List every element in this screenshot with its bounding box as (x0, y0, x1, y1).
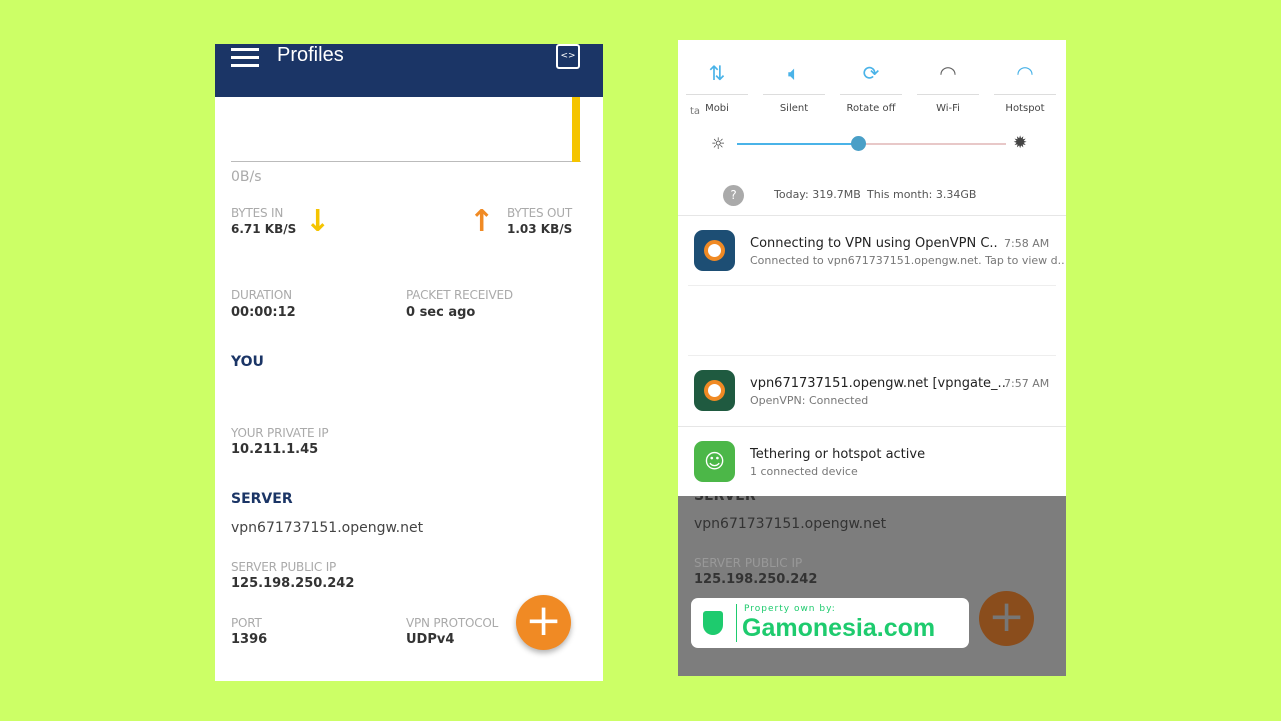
android-icon: ☺ (694, 441, 735, 482)
vpn-protocol-label: VPN PROTOCOL (406, 616, 499, 630)
bytes-out-value: 1.03 KB/S (507, 222, 573, 236)
behind-fab: + (979, 591, 1034, 646)
arrow-down-icon: ↓ (305, 204, 331, 239)
watermark-brand: Gamonesia.com (742, 614, 936, 642)
notification-title: Tethering or hotspot active (750, 447, 926, 462)
brightness-low-icon: ☼ (711, 134, 726, 153)
qs-rotate[interactable]: ⟳ Rotate off (836, 58, 906, 114)
notification-title: vpn671737151.opengw.net [vpngate_.. (750, 376, 1006, 391)
hamburger-icon[interactable] (231, 48, 259, 68)
shield-icon (703, 611, 723, 635)
brightness-thumb[interactable] (851, 136, 867, 151)
help-icon[interactable]: ? (723, 185, 744, 206)
arrow-up-icon: ↑ (469, 204, 495, 239)
port-label: PORT (231, 616, 262, 630)
packet-received-label: PACKET RECEIVED (406, 288, 513, 302)
notification-subtitle: Connected to vpn671737151.opengw.net. Ta… (750, 254, 1065, 267)
wifi-icon: ◠ (939, 61, 957, 85)
duration-label: DURATION (231, 288, 292, 302)
port-value: 1396 (231, 632, 268, 647)
graph-bar (572, 97, 580, 162)
bytes-in-label: BYTES IN (231, 206, 284, 220)
qs-wifi[interactable]: ◠ Wi-Fi (913, 58, 983, 114)
app-header: Profiles <> (215, 44, 603, 97)
behind-public-ip-value: 125.198.250.242 (694, 572, 818, 587)
behind-server-host: vpn671737151.opengw.net (694, 516, 887, 532)
notification-vpn-connecting[interactable]: Connecting to VPN using OpenVPN C.. Conn… (678, 216, 1066, 286)
quick-settings: ⇅ Mobi 🔈︎ Silent ⟳ Rotate off ◠ Wi-Fi ◠ Hotsp… (682, 58, 1060, 114)
notification-shade: ta ⇅ Mobi 🔈︎ Silent ⟳ Rotate off ◠ Wi-Fi ◠ Ho… (678, 40, 1066, 496)
data-arrows-icon: ⇅ (708, 61, 726, 85)
packet-received-value: 0 sec ago (406, 305, 476, 320)
notification-tethering[interactable]: ☺ Tethering or hotspot active 1 connecte… (678, 427, 1066, 496)
qs-label: Hotspot (1005, 103, 1045, 114)
add-profile-fab[interactable]: + (516, 595, 571, 650)
hotspot-icon: ◠ (1016, 61, 1034, 85)
duration-value: 00:00:12 (231, 305, 296, 320)
notification-time: 7:58 AM (1004, 237, 1050, 250)
graph-rate-label: 0B/s (231, 169, 262, 185)
notification-vpn-connected[interactable]: vpn671737151.opengw.net [vpngate_.. Open… (678, 356, 1066, 426)
behind-public-ip-label: SERVER PUBLIC IP (694, 556, 803, 570)
notification-subtitle: 1 connected device (750, 465, 858, 478)
speaker-icon: 🔈︎ (788, 61, 800, 85)
data-usage-today: Today: 319.7MB (774, 188, 861, 201)
private-ip-label: YOUR PRIVATE IP (231, 426, 329, 440)
watermark-badge: Property own by: Gamonesia.com (691, 598, 969, 648)
page-title: Profiles (277, 44, 344, 66)
qs-mobile-data[interactable]: ⇅ Mobi (682, 58, 752, 114)
data-usage-month: This month: 3.34GB (867, 188, 977, 201)
brightness-slider[interactable] (737, 136, 1006, 151)
notification-subtitle: OpenVPN: Connected (750, 394, 869, 407)
server-public-ip-label: SERVER PUBLIC IP (231, 560, 337, 574)
brightness-high-icon: ✹ (1013, 133, 1028, 153)
vpn-protocol-value: UDPv4 (406, 632, 455, 647)
graph-baseline (231, 161, 581, 162)
plus-icon: + (525, 595, 562, 646)
bytes-in-value: 6.71 KB/S (231, 222, 297, 236)
private-ip-value: 10.211.1.45 (231, 442, 319, 457)
qs-label: Rotate off (846, 103, 896, 114)
qs-label: Wi-Fi (936, 103, 960, 114)
openvpn-status-screen: Profiles <> 0B/s BYTES IN 6.71 KB/S ↓ ↑ … (215, 44, 603, 681)
openvpn-icon (694, 230, 735, 271)
notification-shade-screen: SERVER vpn671737151.opengw.net SERVER PU… (678, 40, 1066, 676)
openvpn-icon (694, 370, 735, 411)
server-host: vpn671737151.opengw.net (231, 520, 424, 536)
qs-label: Mobi (705, 103, 729, 114)
qs-silent[interactable]: 🔈︎ Silent (759, 58, 829, 114)
you-section-title: YOU (231, 354, 264, 370)
server-section-title: SERVER (231, 491, 293, 507)
rotate-icon: ⟳ (862, 61, 880, 85)
log-scroll-icon[interactable]: <> (556, 44, 580, 69)
brightness-fill (737, 143, 859, 145)
qs-hotspot[interactable]: ◠ Hotspot (990, 58, 1060, 114)
notification-title: Connecting to VPN using OpenVPN C.. (750, 236, 998, 251)
server-public-ip-value: 125.198.250.242 (231, 576, 355, 591)
watermark-caption: Property own by: (744, 604, 836, 614)
qs-label: Silent (779, 103, 809, 114)
notification-time: 7:57 AM (1004, 377, 1050, 390)
plus-icon: + (988, 591, 1025, 642)
bytes-out-label: BYTES OUT (507, 206, 573, 220)
